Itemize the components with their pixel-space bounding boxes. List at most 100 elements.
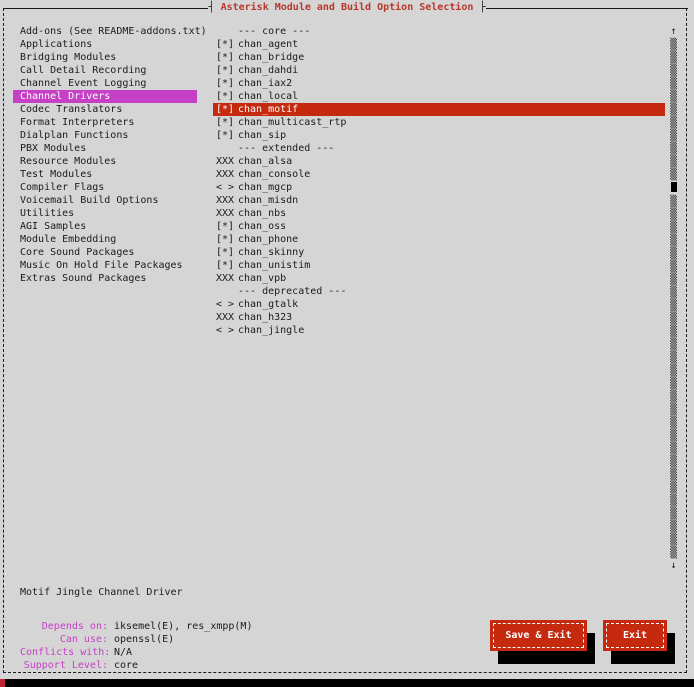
module-row[interactable]: [*]chan_unistim: [213, 259, 665, 272]
module-row[interactable]: [*]chan_bridge: [213, 51, 665, 64]
module-state-marker[interactable]: [*]: [216, 259, 236, 272]
module-name: chan_jingle: [238, 325, 304, 336]
module-row[interactable]: [*]chan_skinny: [213, 246, 665, 259]
category-row[interactable]: Extras Sound Packages: [13, 272, 203, 285]
module-state-marker[interactable]: [*]: [216, 220, 236, 233]
module-state-marker[interactable]: [*]: [216, 90, 236, 103]
module-name: chan_local: [238, 91, 298, 102]
module-state-marker[interactable]: XXX: [216, 168, 236, 181]
module-row[interactable]: [*]chan_oss: [213, 220, 665, 233]
scrollbar-track: ▒: [666, 429, 681, 442]
category-row[interactable]: Add-ons (See README-addons.txt): [13, 25, 203, 38]
category-row[interactable]: Compiler Flags: [13, 181, 203, 194]
module-row[interactable]: XXXchan_nbs: [213, 207, 665, 220]
module-row[interactable]: [*]chan_agent: [213, 38, 665, 51]
module-name: chan_motif: [238, 104, 298, 115]
module-description-fields: Depends on:iksemel(E), res_xmpp(M)Can us…: [20, 620, 252, 672]
category-row[interactable]: Bridging Modules: [13, 51, 203, 64]
scrollbar-track: ▒: [666, 468, 681, 481]
category-row[interactable]: Test Modules: [13, 168, 203, 181]
scrollbar[interactable]: ↑▒▒▒▒▒▒▒▒▒▒▒▒▒▒▒▒▒▒▒▒▒▒▒▒▒▒▒▒▒▒▒▒▒▒▒▒▒▒▒…: [666, 25, 681, 572]
category-row[interactable]: Codec Translators: [13, 103, 203, 116]
scrollbar-track: ▒: [666, 51, 681, 64]
scrollbar-track: ▒: [666, 273, 681, 286]
module-state-marker[interactable]: [*]: [216, 51, 236, 64]
module-state-marker[interactable]: < >: [216, 181, 236, 194]
module-state-marker[interactable]: [*]: [216, 64, 236, 77]
category-row[interactable]: Channel Event Logging: [13, 77, 203, 90]
module-state-marker[interactable]: XXX: [216, 194, 236, 207]
scrollbar-track: ▒: [666, 507, 681, 520]
scrollbar-track: ▒: [666, 77, 681, 90]
scrollbar-track: ▒: [666, 234, 681, 247]
category-row[interactable]: Resource Modules: [13, 155, 203, 168]
module-row[interactable]: [*]chan_multicast_rtp: [213, 116, 665, 129]
module-name: chan_agent: [238, 39, 298, 50]
category-row[interactable]: AGI Samples: [13, 220, 203, 233]
module-row[interactable]: XXXchan_h323: [213, 311, 665, 324]
scrollbar-track: ▒: [666, 195, 681, 208]
scrollbar-track: ▒: [666, 312, 681, 325]
module-state-marker[interactable]: < >: [216, 298, 236, 311]
category-row[interactable]: Core Sound Packages: [13, 246, 203, 259]
description-field-value: core: [114, 660, 138, 671]
category-row[interactable]: Voicemail Build Options: [13, 194, 203, 207]
category-row[interactable]: Dialplan Functions: [13, 129, 203, 142]
save-and-exit-button[interactable]: Save & Exit: [490, 620, 587, 651]
module-row[interactable]: [*]chan_phone: [213, 233, 665, 246]
module-state-marker[interactable]: [*]: [216, 38, 236, 51]
scrollbar-thumb[interactable]: [671, 182, 677, 192]
module-row[interactable]: [*]chan_motif: [213, 103, 665, 116]
module-row[interactable]: [*]chan_local: [213, 90, 665, 103]
module-state-marker[interactable]: [*]: [216, 77, 236, 90]
module-state-marker[interactable]: [*]: [216, 233, 236, 246]
module-row[interactable]: < >chan_mgcp: [213, 181, 665, 194]
module-name: chan_sip: [238, 130, 286, 141]
module-row[interactable]: < >chan_jingle: [213, 324, 665, 337]
category-row[interactable]: PBX Modules: [13, 142, 203, 155]
module-state-marker[interactable]: < >: [216, 324, 236, 337]
module-row[interactable]: [*]chan_sip: [213, 129, 665, 142]
module-state-marker[interactable]: [*]: [216, 129, 236, 142]
scrollbar-up-arrow-icon[interactable]: ↑: [666, 25, 681, 38]
scrollbar-track: ▒: [666, 299, 681, 312]
scrollbar-down-arrow-icon[interactable]: ↓: [666, 559, 681, 572]
scrollbar-track: ▒: [666, 325, 681, 338]
scrollbar-track: ▒: [666, 533, 681, 546]
scrollbar-thumb-row[interactable]: [666, 182, 681, 195]
module-row[interactable]: XXXchan_vpb: [213, 272, 665, 285]
category-row[interactable]: Applications: [13, 38, 203, 51]
category-row[interactable]: Utilities: [13, 207, 203, 220]
module-list: --- core ---[*]chan_agent[*]chan_bridge[…: [213, 25, 665, 337]
category-row[interactable]: Module Embedding: [13, 233, 203, 246]
category-row[interactable]: Channel Drivers: [13, 90, 197, 103]
module-row[interactable]: XXXchan_alsa: [213, 155, 665, 168]
category-row[interactable]: Music On Hold File Packages: [13, 259, 203, 272]
module-row[interactable]: [*]chan_dahdi: [213, 64, 665, 77]
scrollbar-track: ▒: [666, 155, 681, 168]
module-state-marker[interactable]: [*]: [216, 246, 236, 259]
scrollbar-track: ▒: [666, 351, 681, 364]
module-state-marker[interactable]: XXX: [216, 155, 236, 168]
module-name: chan_console: [238, 169, 310, 180]
exit-button[interactable]: Exit: [603, 620, 667, 651]
scrollbar-track: ▒: [666, 377, 681, 390]
module-row[interactable]: XXXchan_misdn: [213, 194, 665, 207]
terminal-bottom-strip: [0, 679, 694, 687]
module-row[interactable]: < >chan_gtalk: [213, 298, 665, 311]
module-row[interactable]: XXXchan_console: [213, 168, 665, 181]
scrollbar-track: ▒: [666, 520, 681, 533]
description-field-row: Depends on:iksemel(E), res_xmpp(M): [20, 620, 252, 633]
module-section-header: --- core ---: [213, 25, 665, 38]
module-state-marker[interactable]: XXX: [216, 272, 236, 285]
module-state-marker[interactable]: XXX: [216, 207, 236, 220]
description-field-label: Can use:: [20, 633, 108, 646]
category-row[interactable]: Call Detail Recording: [13, 64, 203, 77]
module-state-marker[interactable]: [*]: [216, 116, 236, 129]
description-field-row: Can use:openssl(E): [20, 633, 252, 646]
module-row[interactable]: [*]chan_iax2: [213, 77, 665, 90]
category-row[interactable]: Format Interpreters: [13, 116, 203, 129]
module-state-marker[interactable]: [*]: [216, 103, 236, 116]
module-state-marker[interactable]: XXX: [216, 311, 236, 324]
scrollbar-track: ▒: [666, 416, 681, 429]
